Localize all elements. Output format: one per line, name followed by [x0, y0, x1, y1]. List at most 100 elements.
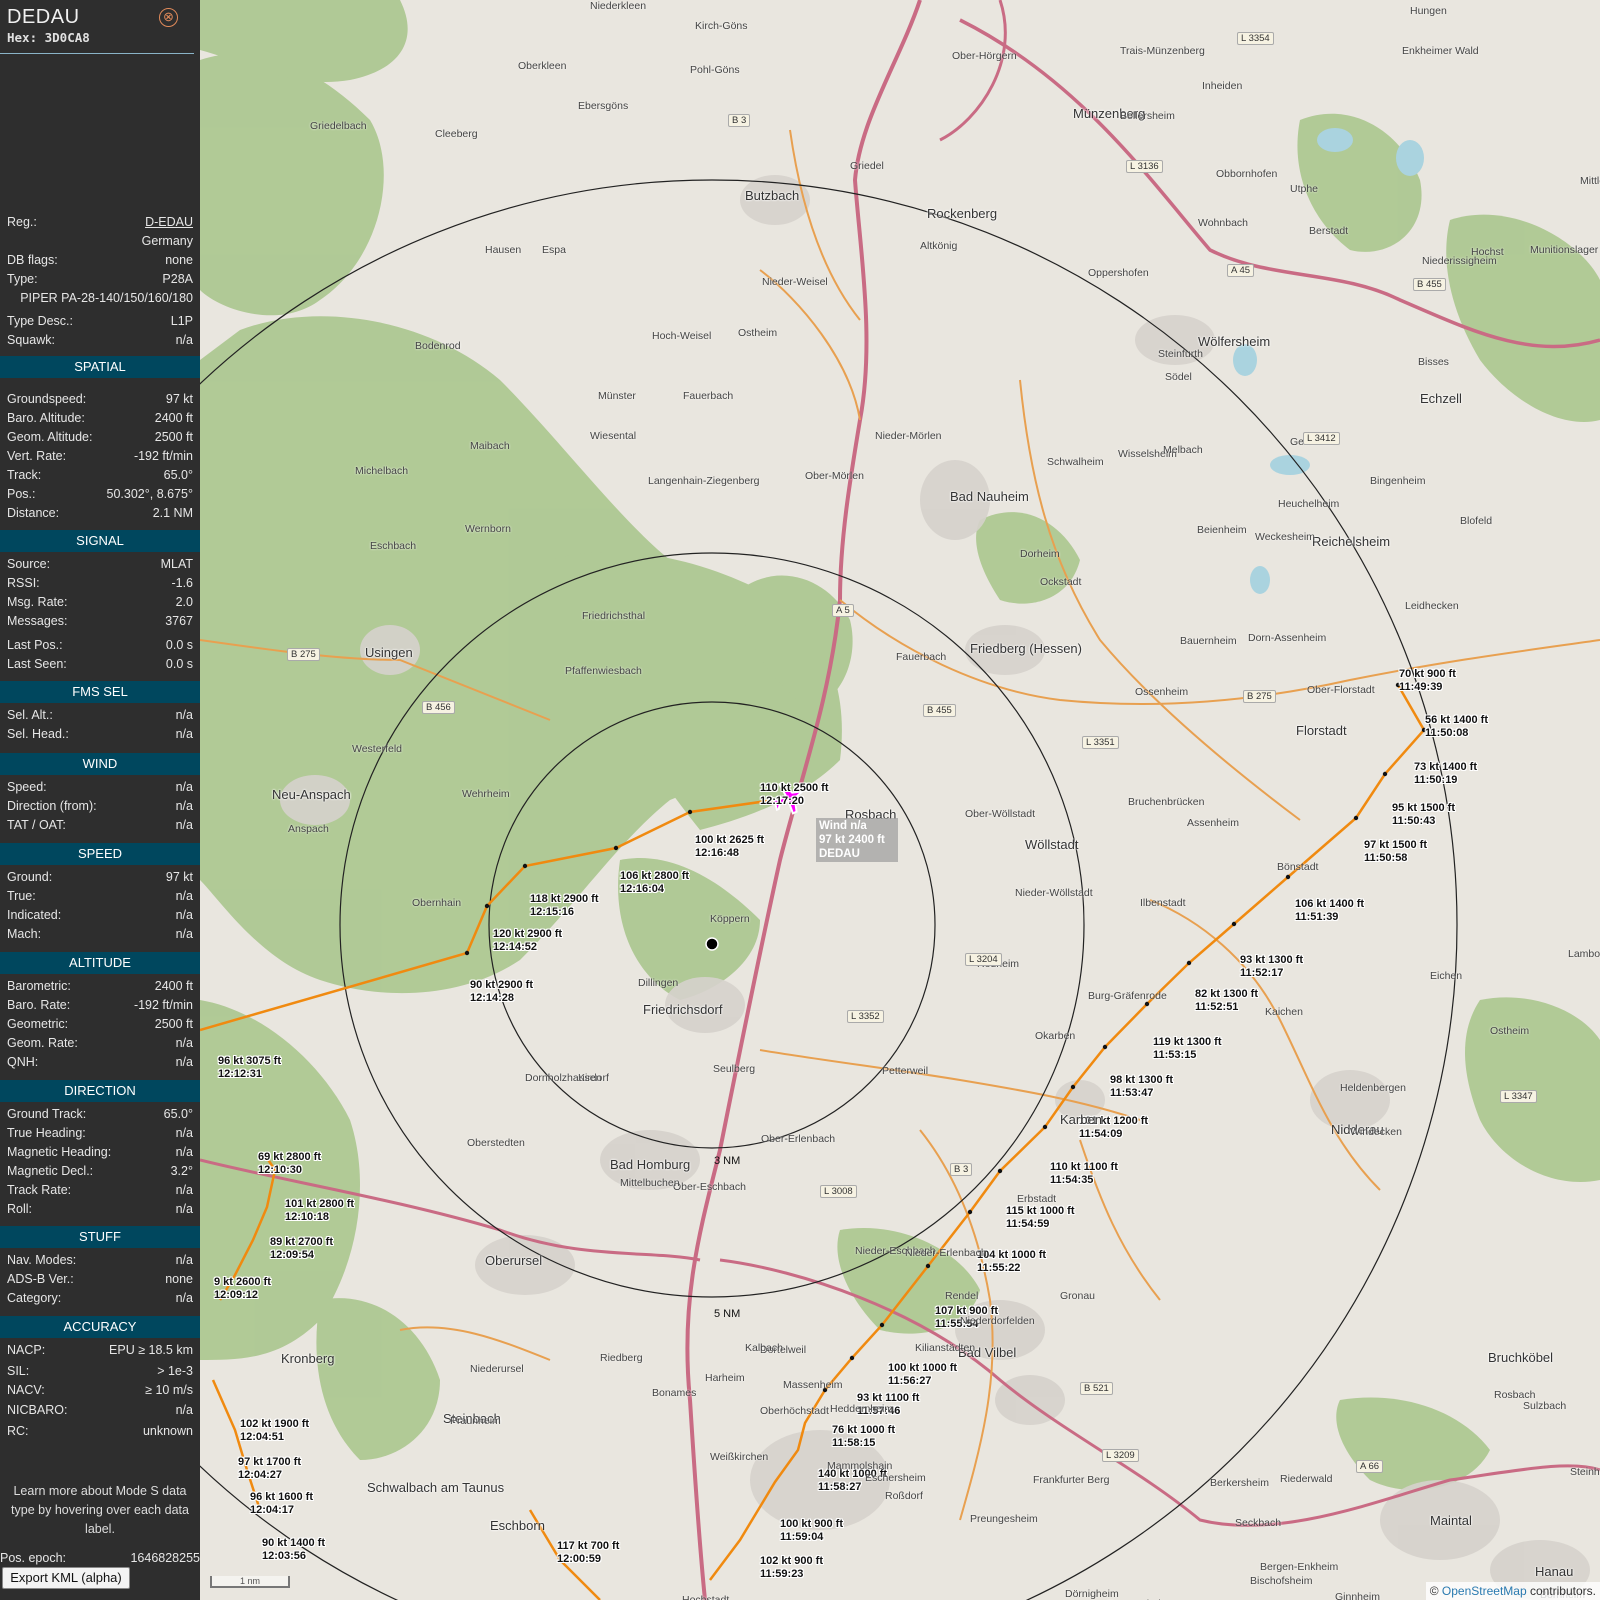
- accuracy-label[interactable]: NACP:: [7, 1341, 45, 1360]
- track-label-speed-alt: 100 kt 2625 ft: [695, 834, 765, 846]
- track-label-time: 11:53:15: [1153, 1049, 1197, 1061]
- village-label: Oberstedten: [467, 1137, 525, 1149]
- aircraft-label[interactable]: Wind n/a 97 kt 2400 ft DEDAU: [816, 818, 898, 862]
- track-label-speed-alt: 76 kt 1000 ft: [832, 1424, 895, 1436]
- spatial-label[interactable]: Groundspeed:: [7, 390, 86, 409]
- signal-label[interactable]: Msg. Rate:: [7, 593, 67, 612]
- wind-label[interactable]: TAT / OAT:: [7, 816, 66, 835]
- speed-label[interactable]: True:: [7, 887, 36, 906]
- fms-label[interactable]: Sel. Alt.:: [7, 706, 53, 725]
- village-label: Ober-Hörgern: [952, 50, 1017, 62]
- direction-label[interactable]: Roll:: [7, 1200, 32, 1219]
- track-label: 119 kt 1300 ft 11:53:15: [1153, 1036, 1222, 1062]
- spatial-label[interactable]: Vert. Rate:: [7, 447, 66, 466]
- village-label: Heuchelheim: [1278, 498, 1340, 510]
- accuracy-row: NICBARO: n/a: [7, 1401, 193, 1420]
- type-desc-label: Type Desc.:: [7, 314, 73, 328]
- wind-value: n/a: [175, 780, 193, 794]
- road-shield: B 275: [1243, 690, 1276, 703]
- signal-label[interactable]: Source:: [7, 555, 50, 574]
- accuracy-label[interactable]: RC:: [7, 1422, 29, 1441]
- stuff-label[interactable]: Category:: [7, 1289, 61, 1308]
- direction-label[interactable]: Magnetic Heading:: [7, 1143, 111, 1162]
- reg-link[interactable]: D-EDAU: [145, 213, 193, 232]
- village-label: Mittelbuchen: [620, 1177, 680, 1189]
- stuff-label[interactable]: Nav. Modes:: [7, 1251, 76, 1270]
- squawk-label: Squawk:: [7, 333, 55, 347]
- spatial-label[interactable]: Geom. Altitude:: [7, 428, 92, 447]
- type-desc-value: L1P: [170, 314, 193, 328]
- altitude-label[interactable]: Baro. Rate:: [7, 996, 70, 1015]
- wind-label[interactable]: Direction (from):: [7, 797, 97, 816]
- wind-label[interactable]: Speed:: [7, 778, 47, 797]
- village-label: Bonames: [652, 1387, 697, 1399]
- wind-value: n/a: [175, 799, 193, 813]
- direction-label[interactable]: Magnetic Decl.:: [7, 1162, 93, 1181]
- accuracy-label[interactable]: NICBARO:: [7, 1401, 67, 1420]
- fms-label[interactable]: Sel. Head.:: [7, 725, 69, 744]
- direction-row: Magnetic Heading: n/a: [7, 1143, 193, 1162]
- track-label-speed-alt: 73 kt 1400 ft: [1414, 761, 1477, 773]
- track-label-time: 11:50:08: [1425, 727, 1469, 739]
- direction-label[interactable]: Track Rate:: [7, 1181, 71, 1200]
- type-row: Type: P28A: [7, 270, 193, 289]
- speed-label[interactable]: Ground:: [7, 868, 52, 887]
- osm-link[interactable]: OpenStreetMap: [1442, 1584, 1527, 1598]
- type-value: P28A: [162, 272, 193, 286]
- export-kml-button[interactable]: Export KML (alpha): [2, 1567, 130, 1589]
- spatial-row: Pos.: 50.302°, 8.675°: [7, 485, 193, 504]
- speed-label[interactable]: Indicated:: [7, 906, 61, 925]
- speed-value: n/a: [175, 889, 193, 903]
- speed-row: Mach: n/a: [7, 925, 193, 944]
- spatial-value: -192 ft/min: [133, 449, 193, 463]
- spatial-row: Geom. Altitude: 2500 ft: [7, 428, 193, 447]
- track-label-time: 12:14:52: [493, 941, 538, 953]
- signal-row: Last Pos.: 0.0 s: [7, 636, 193, 655]
- village-label: Nieder-Weisel: [762, 276, 828, 288]
- track-label: 93 kt 1300 ft 11:52:17: [1240, 954, 1303, 980]
- altitude-label[interactable]: Geom. Rate:: [7, 1034, 78, 1053]
- village-label: Bellersheim: [1120, 110, 1175, 122]
- track-label-time: 11:54:35: [1050, 1174, 1094, 1186]
- spatial-label[interactable]: Track:: [7, 466, 41, 485]
- altitude-row: QNH: n/a: [7, 1053, 193, 1072]
- map-view[interactable]: 110 kt 2500 ft 12:17:20 100 kt 2625 ft 12:1…: [200, 0, 1600, 1600]
- village-label: Enkheimer Wald: [1402, 45, 1479, 57]
- village-label: Bönstadt: [1277, 861, 1319, 873]
- direction-label[interactable]: True Heading:: [7, 1124, 86, 1143]
- scale-bar: 1 nm: [210, 1576, 290, 1588]
- track-label-time: 11:54:59: [1006, 1218, 1050, 1230]
- village-label: Ober-Erlenbach: [761, 1133, 836, 1145]
- sidebar-header: DEDAU Hex: 3D0CA8: [7, 6, 90, 45]
- altitude-label[interactable]: Barometric:: [7, 977, 71, 996]
- direction-label[interactable]: Ground Track:: [7, 1105, 86, 1124]
- track-label-speed-alt: 90 kt 1400 ft: [262, 1537, 325, 1549]
- close-icon[interactable]: ⊗: [159, 8, 178, 27]
- spatial-label[interactable]: Baro. Altitude:: [7, 409, 85, 428]
- signal-label[interactable]: Messages:: [7, 612, 67, 631]
- accuracy-label[interactable]: SIL:: [7, 1362, 29, 1381]
- track-label-speed-alt: 82 kt 1300 ft: [1195, 988, 1258, 1000]
- speed-label[interactable]: Mach:: [7, 925, 41, 944]
- stuff-label[interactable]: ADS-B Ver.:: [7, 1270, 74, 1289]
- signal-label[interactable]: RSSI:: [7, 574, 40, 593]
- village-label: Assenheim: [1187, 817, 1239, 829]
- wind-row: TAT / OAT: n/a: [7, 816, 193, 835]
- spatial-label[interactable]: Pos.:: [7, 485, 36, 504]
- signal-label[interactable]: Last Pos.:: [7, 636, 63, 655]
- spatial-label[interactable]: Distance:: [7, 504, 59, 523]
- track-label: 97 kt 1500 ft 11:50:58: [1364, 839, 1427, 865]
- track-label: 117 kt 700 ft 12:00:59: [557, 1540, 619, 1566]
- signal-row: Msg. Rate: 2.0: [7, 593, 193, 612]
- altitude-label[interactable]: Geometric:: [7, 1015, 68, 1034]
- track-label-speed-alt: 117 kt 700 ft: [557, 1540, 620, 1552]
- village-label: Weckesheim: [1255, 531, 1315, 543]
- village-label: Inheiden: [1202, 80, 1243, 92]
- village-label: Dillingen: [638, 977, 679, 989]
- track-label: 118 kt 2900 ft 12:15:16: [530, 893, 599, 919]
- db-flags-label: DB flags:: [7, 253, 58, 267]
- accuracy-label[interactable]: NACV:: [7, 1381, 45, 1400]
- signal-label[interactable]: Last Seen:: [7, 655, 67, 674]
- track-label-time: 11:53:47: [1110, 1087, 1154, 1099]
- altitude-label[interactable]: QNH:: [7, 1053, 38, 1072]
